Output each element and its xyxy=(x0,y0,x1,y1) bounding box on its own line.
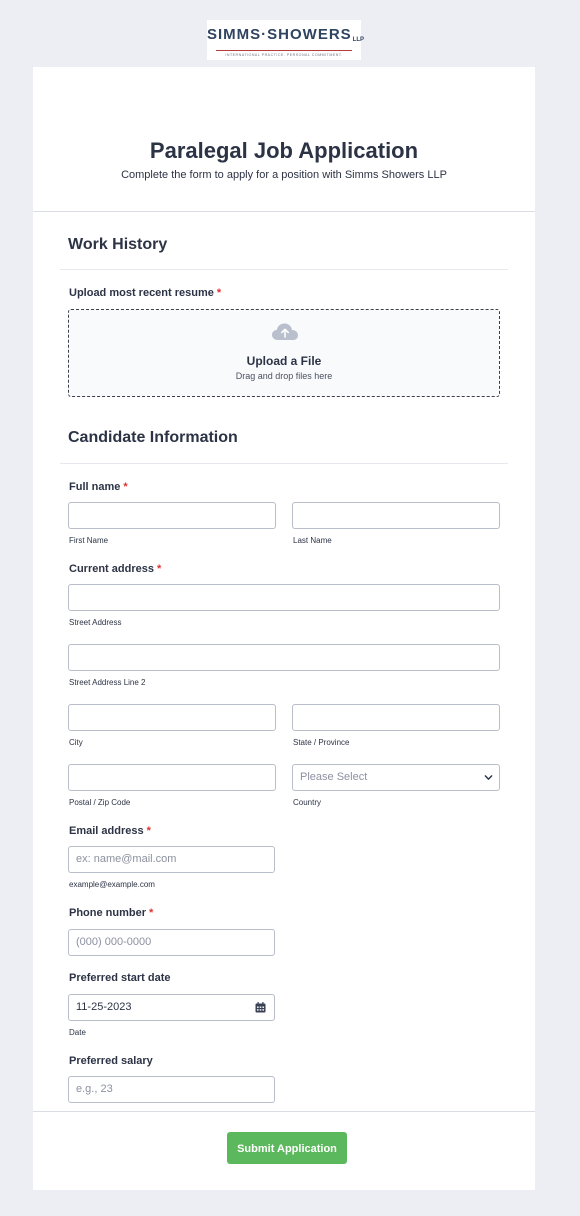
state-sublabel: State / Province xyxy=(293,738,350,747)
footer-divider xyxy=(33,1111,535,1112)
street-address-line2-sublabel: Street Address Line 2 xyxy=(69,678,146,687)
work-history-divider xyxy=(60,269,508,270)
salary-placeholder: e.g., 23 xyxy=(76,1083,113,1095)
required-mark: * xyxy=(146,825,151,837)
start-date-label: Preferred start date xyxy=(69,972,171,984)
required-mark: * xyxy=(149,907,154,919)
first-name-sublabel: First Name xyxy=(69,536,109,545)
full-name-label: Full name * xyxy=(69,481,128,493)
start-date-sublabel: Date xyxy=(69,1028,86,1037)
street-address-line2-input[interactable] xyxy=(68,644,500,671)
calendar-icon[interactable] xyxy=(255,1002,266,1013)
candidate-info-divider xyxy=(60,463,508,464)
address-label: Current address * xyxy=(69,563,162,575)
street-address-sublabel: Street Address xyxy=(69,618,122,627)
email-label: Email address * xyxy=(69,825,151,837)
last-name-sublabel: Last Name xyxy=(293,536,332,545)
city-sublabel: City xyxy=(69,738,83,747)
required-mark: * xyxy=(123,481,128,493)
cloud-upload-icon xyxy=(272,323,298,340)
last-name-input[interactable] xyxy=(292,502,500,529)
state-input[interactable] xyxy=(292,704,500,731)
start-date-value: 11-25-2023 xyxy=(76,1001,132,1013)
required-mark: * xyxy=(156,563,162,575)
country-select[interactable]: Please Select xyxy=(292,764,500,791)
phone-label: Phone number * xyxy=(69,907,154,919)
zip-code-input[interactable] xyxy=(68,764,276,791)
country-sublabel: Country xyxy=(293,798,322,807)
submit-application-button[interactable]: Submit Application xyxy=(227,1132,347,1164)
email-input[interactable]: ex: name@mail.com xyxy=(68,846,275,873)
country-select-value: Please Select xyxy=(300,771,368,783)
phone-input[interactable]: (000) 000-0000 xyxy=(68,929,275,956)
first-name-input[interactable] xyxy=(68,502,276,529)
email-placeholder: ex: name@mail.com xyxy=(76,853,177,865)
company-logo: SIMMS·SHOWERSLLP INTERNATIONAL PRACTICE.… xyxy=(207,20,365,60)
form-subtitle: Complete the form to apply for a positio… xyxy=(121,169,447,181)
work-history-heading: Work History xyxy=(68,236,168,253)
upload-title: Upload a File xyxy=(246,354,322,368)
start-date-input[interactable]: 11-25-2023 xyxy=(68,994,275,1021)
upload-subtitle: Drag and drop files here xyxy=(235,371,333,381)
logo-suffix: LLP xyxy=(352,37,365,43)
chevron-down-icon xyxy=(484,775,493,780)
logo-rule xyxy=(216,50,352,51)
zip-code-sublabel: Postal / Zip Code xyxy=(69,798,131,807)
form-title: Paralegal Job Application xyxy=(149,138,419,163)
resume-upload-dropzone[interactable]: Upload a File Drag and drop files here xyxy=(68,309,500,397)
candidate-info-heading: Candidate Information xyxy=(68,429,238,446)
phone-placeholder: (000) 000-0000 xyxy=(76,936,152,948)
required-mark: * xyxy=(216,287,222,299)
salary-label: Preferred salary xyxy=(69,1055,153,1067)
resume-label: Upload most recent resume * xyxy=(69,287,222,299)
salary-input[interactable]: e.g., 23 xyxy=(68,1076,275,1103)
email-sublabel: example@example.com xyxy=(69,880,155,889)
header-divider xyxy=(33,211,535,212)
logo-name: SIMMS·SHOWERS xyxy=(207,26,352,43)
city-input[interactable] xyxy=(68,704,276,731)
logo-tagline: INTERNATIONAL PRACTICE. PERSONAL COMMITM… xyxy=(225,53,343,57)
street-address-input[interactable] xyxy=(68,584,500,611)
